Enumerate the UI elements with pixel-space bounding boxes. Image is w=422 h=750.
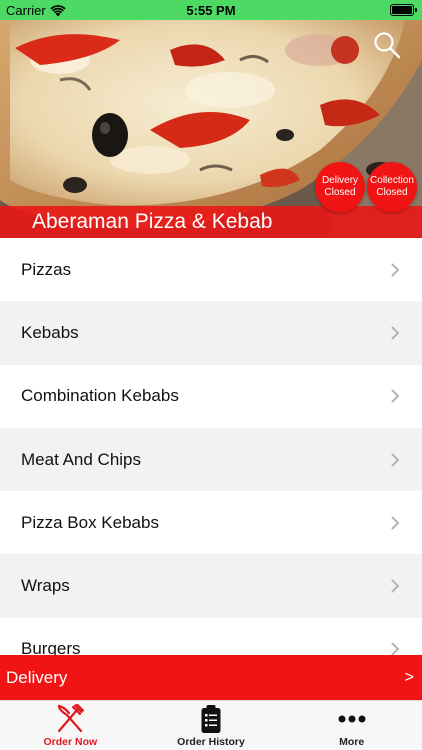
menu-item-burgers[interactable]: Burgers [0, 617, 422, 655]
delivery-mode-label: Delivery [6, 667, 68, 687]
search-icon[interactable] [372, 30, 402, 60]
delivery-status-badge: Delivery Closed [315, 162, 365, 212]
menu-item-label: Pizza Box Kebabs [21, 512, 159, 532]
collection-status-line1: Collection [370, 175, 414, 186]
chevron-right-icon [391, 579, 400, 593]
fork-knife-icon [58, 704, 85, 733]
tab-order-now-label: Order Now [43, 736, 98, 748]
menu-item-label: Wraps [21, 576, 70, 596]
menu-item-pizzas[interactable]: Pizzas [0, 238, 422, 302]
menu-category-list: Pizzas Kebabs Combination Kebabs Meat An… [0, 238, 422, 655]
status-time: 5:55 PM [186, 3, 236, 18]
tab-more-label: More [339, 736, 365, 748]
menu-item-combination-kebabs[interactable]: Combination Kebabs [0, 364, 422, 428]
chevron-right-icon [391, 326, 400, 340]
restaurant-name: Aberaman Pizza & Kebab [32, 210, 273, 233]
tab-order-now[interactable]: Order Now [0, 701, 141, 750]
chevron-right-icon [391, 389, 400, 403]
menu-item-label: Combination Kebabs [21, 386, 179, 406]
tab-order-history[interactable]: Order History [141, 701, 282, 750]
tab-order-history-label: Order History [177, 736, 245, 748]
delivery-status-line2: Closed [324, 187, 356, 198]
hero-banner: Aberaman Pizza & Kebab [0, 20, 422, 238]
menu-item-kebabs[interactable]: Kebabs [0, 301, 422, 365]
menu-item-label: Burgers [21, 639, 81, 655]
collection-status-badge: Collection Closed [367, 162, 417, 212]
delivery-mode-arrow: > [404, 668, 414, 686]
menu-item-meat-and-chips[interactable]: Meat And Chips [0, 427, 422, 492]
clipboard-list-icon [201, 705, 221, 733]
chevron-right-icon [391, 642, 400, 655]
delivery-mode-bar[interactable]: Delivery > [0, 655, 422, 700]
menu-item-label: Meat And Chips [21, 449, 142, 469]
status-bar: Carrier 5:55 PM [0, 0, 422, 20]
tab-bar: Order Now Order History More [0, 700, 422, 750]
menu-item-label: Kebabs [21, 322, 79, 342]
menu-item-wraps[interactable]: Wraps [0, 554, 422, 618]
menu-item-pizza-box-kebabs[interactable]: Pizza Box Kebabs [0, 491, 422, 555]
chevron-right-icon [391, 453, 400, 467]
tab-more[interactable]: More [281, 701, 422, 750]
collection-status-line2: Closed [376, 187, 408, 198]
chevron-right-icon [391, 263, 400, 277]
battery-icon [390, 4, 417, 16]
menu-item-label: Pizzas [21, 259, 72, 279]
chevron-right-icon [391, 516, 400, 530]
restaurant-name-banner: Aberaman Pizza & Kebab [0, 206, 422, 238]
delivery-status-line1: Delivery [321, 175, 359, 186]
ellipsis-icon [338, 715, 366, 723]
